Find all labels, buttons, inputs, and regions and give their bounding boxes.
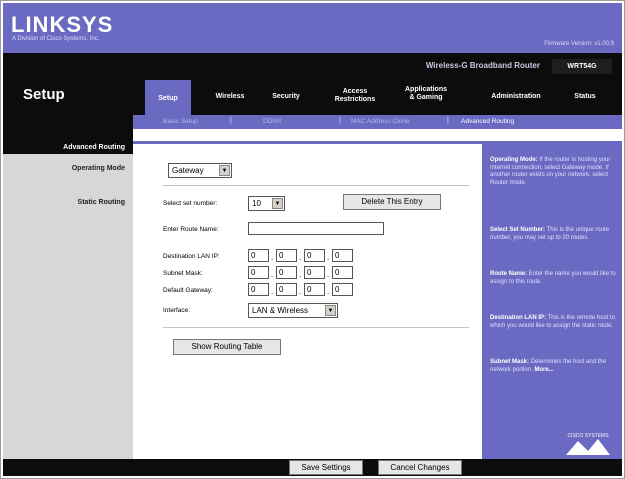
subnet-octet-2[interactable]: 0 <box>276 266 297 279</box>
footer-left <box>3 459 133 476</box>
save-settings-button[interactable]: Save Settings <box>289 460 363 475</box>
set-number-value: 10 <box>252 199 261 208</box>
subnet-octet-3[interactable]: 0 <box>304 266 325 279</box>
set-number-select[interactable]: 10 ▼ <box>248 196 285 211</box>
subtab-ddns[interactable]: DDNS <box>263 118 281 125</box>
cancel-changes-button[interactable]: Cancel Changes <box>378 460 462 475</box>
section-stripe <box>133 141 482 144</box>
main-content: Gateway ▼ Select set number: 10 ▼ Delete… <box>133 129 482 459</box>
ip-dot: . <box>327 270 330 279</box>
ip-dot: . <box>299 287 302 296</box>
gateway-octet-2[interactable]: 0 <box>276 283 297 296</box>
subnet-octet-1[interactable]: 0 <box>248 266 269 279</box>
ip-dot: . <box>271 270 274 279</box>
divider <box>163 327 469 328</box>
main-tabs: Setup Wireless Security Access Restricti… <box>133 80 622 115</box>
destination-ip-octet-1[interactable]: 0 <box>248 249 269 262</box>
chevron-down-icon: ▼ <box>325 305 336 316</box>
route-name-label: Enter Route Name: <box>163 226 219 233</box>
help-operating-mode: Operating Mode: If the router is hosting… <box>490 157 616 187</box>
header-banner: LINKSYS A Division of Cisco Systems, Inc… <box>3 3 622 53</box>
ip-dot: . <box>299 270 302 279</box>
subnet-octet-4[interactable]: 0 <box>332 266 353 279</box>
tab-wireless[interactable]: Wireless <box>207 93 253 101</box>
ip-dot: . <box>271 253 274 262</box>
delete-entry-button[interactable]: Delete This Entry <box>343 194 441 210</box>
help-destination-ip: Destination LAN IP: This is the remote h… <box>490 315 616 330</box>
help-title: Route Name: <box>490 271 528 277</box>
static-routing-label: Static Routing <box>77 199 125 206</box>
help-title: Select Set Number: <box>490 227 546 233</box>
tab-label: Wireless <box>215 93 245 100</box>
tab-security[interactable]: Security <box>263 93 309 101</box>
destination-ip-octet-3[interactable]: 0 <box>304 249 325 262</box>
tab-status[interactable]: Status <box>565 93 605 101</box>
subtab-separator: | <box>447 117 449 124</box>
product-name: Wireless-G Broadband Router <box>425 61 540 70</box>
show-routing-table-button[interactable]: Show Routing Table <box>173 339 281 355</box>
tab-applications-gaming[interactable]: Applications & Gaming <box>395 86 457 102</box>
subtab-mac-clone[interactable]: MAC Address Clone <box>351 118 410 125</box>
tab-label: Access Restrictions <box>334 88 376 103</box>
destination-ip-label: Destination LAN IP: <box>163 253 220 260</box>
divider <box>163 185 469 186</box>
ip-dot: . <box>327 287 330 296</box>
subtab-separator: | <box>230 117 232 124</box>
help-route-name: Route Name: Enter the name you would lik… <box>490 271 616 286</box>
interface-value: LAN & Wireless <box>252 306 309 315</box>
destination-ip-octet-2[interactable]: 0 <box>276 249 297 262</box>
help-subnet-mask: Subnet Mask: Determines the host and the… <box>490 359 616 374</box>
ip-dot: . <box>299 253 302 262</box>
section-label-column: Operating Mode Static Routing <box>3 141 133 459</box>
model-badge: WRT54G <box>552 59 612 74</box>
product-bar: Wireless-G Broadband Router WRT54G <box>133 53 622 80</box>
route-name-input[interactable] <box>248 222 384 235</box>
page-title: Setup <box>23 86 65 103</box>
chevron-down-icon: ▼ <box>219 165 230 176</box>
subtab-basic-setup[interactable]: Basic Setup <box>163 118 198 125</box>
operating-mode-select[interactable]: Gateway ▼ <box>168 163 232 178</box>
tab-label: Applications & Gaming <box>404 86 447 101</box>
tab-access-restrictions[interactable]: Access Restrictions <box>325 88 385 104</box>
operating-mode-value: Gateway <box>172 166 204 175</box>
help-title: Destination LAN IP: <box>490 315 547 321</box>
set-number-label: Select set number: <box>163 200 218 207</box>
tab-label: Setup <box>158 95 178 102</box>
subnet-mask-label: Subnet Mask: <box>163 270 203 277</box>
default-gateway-label: Default Gateway: <box>163 287 213 294</box>
help-panel: Operating Mode: If the router is hosting… <box>482 141 622 459</box>
firmware-version: Firmware Version: v1.00.9 <box>544 41 614 47</box>
destination-ip-octet-4[interactable]: 0 <box>332 249 353 262</box>
logo-tagline: A Division of Cisco Systems, Inc. <box>12 36 100 42</box>
operating-mode-label: Operating Mode <box>71 165 125 172</box>
help-more-link[interactable]: More... <box>534 367 553 373</box>
tab-setup[interactable]: Setup <box>145 80 191 115</box>
ip-dot: . <box>271 287 274 296</box>
help-set-number: Select Set Number: This is the unique ro… <box>490 227 616 242</box>
ip-dot: . <box>327 253 330 262</box>
interface-label: Interface: <box>163 307 191 314</box>
cisco-systems-text: CISCO SYSTEMS <box>567 433 609 439</box>
linksys-logo: LINKSYS <box>11 12 114 37</box>
chevron-down-icon: ▼ <box>272 198 283 209</box>
sub-tabs: Basic Setup | DDNS | MAC Address Clone |… <box>133 115 622 129</box>
help-title: Subnet Mask: <box>490 359 530 365</box>
section-title: Advanced Routing <box>3 141 133 154</box>
tab-label: Security <box>272 93 300 100</box>
tab-label: Administration <box>491 93 541 100</box>
help-title: Operating Mode: <box>490 157 538 163</box>
tab-label: Status <box>574 93 596 100</box>
footer-right <box>482 459 622 476</box>
gateway-octet-4[interactable]: 0 <box>332 283 353 296</box>
subtab-separator: | <box>339 117 341 124</box>
gateway-octet-3[interactable]: 0 <box>304 283 325 296</box>
subtab-advanced-routing[interactable]: Advanced Routing <box>461 118 514 125</box>
tab-administration[interactable]: Administration <box>483 93 549 101</box>
gateway-octet-1[interactable]: 0 <box>248 283 269 296</box>
footer-bar: Save Settings Cancel Changes <box>133 459 482 476</box>
interface-select[interactable]: LAN & Wireless ▼ <box>248 303 338 318</box>
